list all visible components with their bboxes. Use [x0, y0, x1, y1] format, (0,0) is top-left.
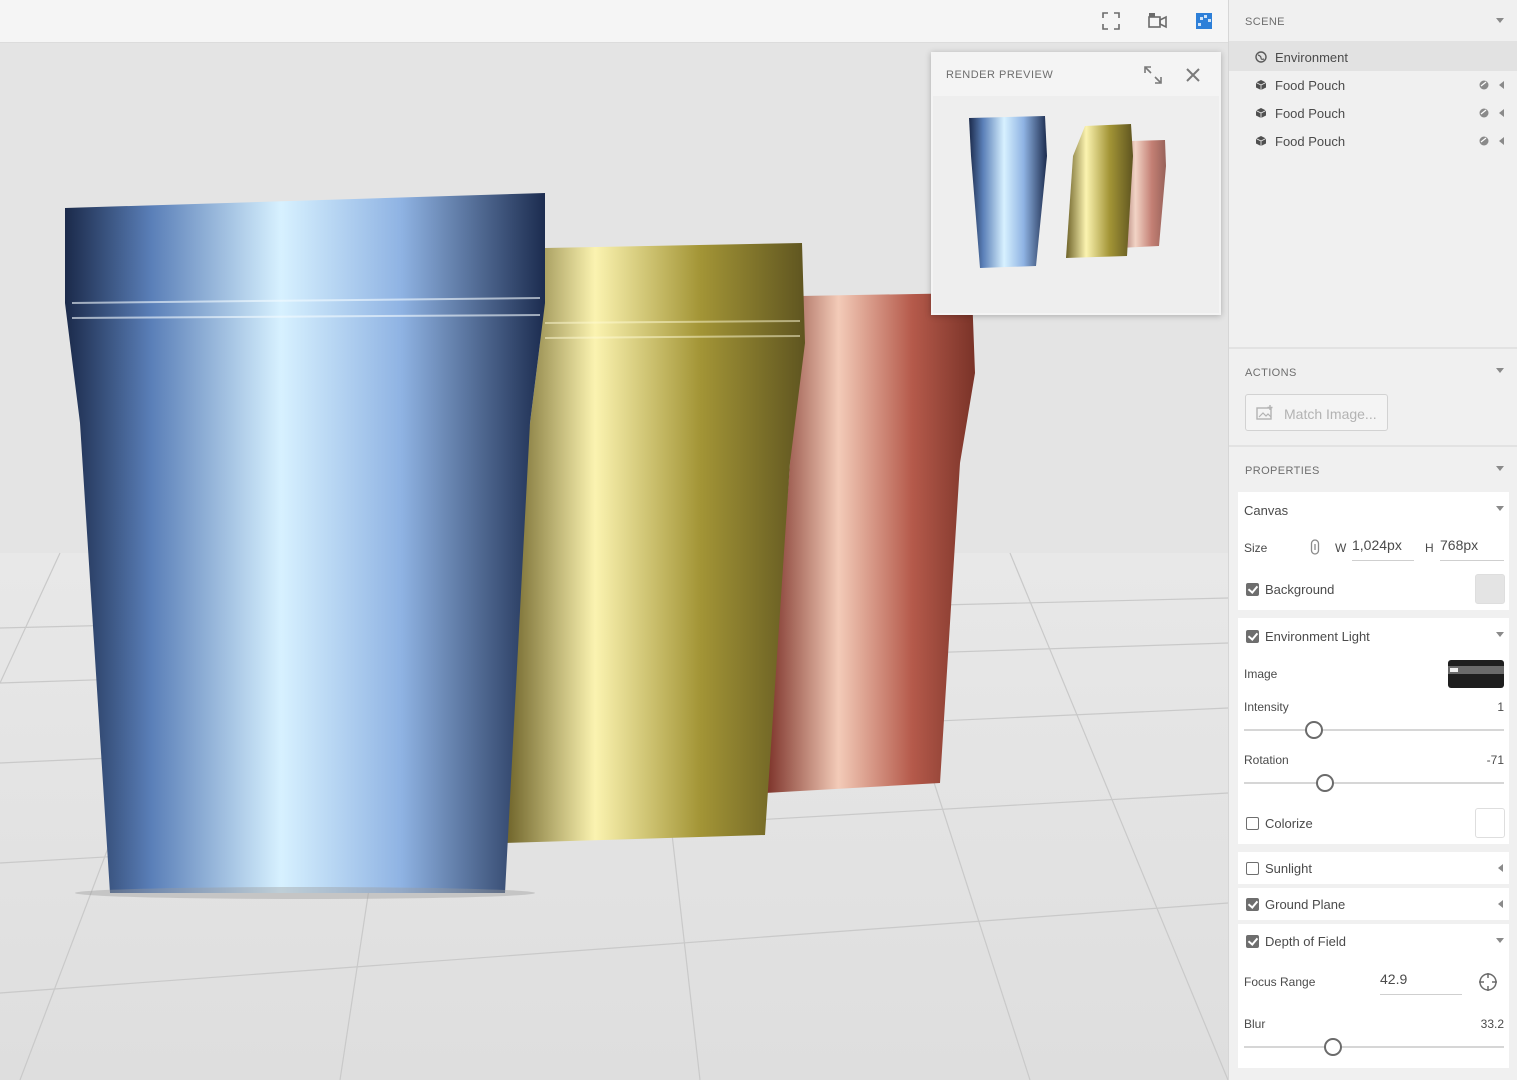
rotation-slider-handle[interactable]	[1316, 774, 1334, 792]
sunlight-row[interactable]: Sunlight	[1238, 852, 1509, 884]
scene-item-food-pouch[interactable]: Food Pouch	[1229, 127, 1517, 155]
fullscreen-icon[interactable]	[1100, 10, 1122, 32]
scene-item-food-pouch[interactable]: Food Pouch	[1229, 99, 1517, 127]
size-label: Size	[1244, 541, 1268, 555]
ground-plane-checkbox[interactable]	[1246, 898, 1259, 911]
divider	[1229, 445, 1517, 447]
colorize-color-swatch[interactable]	[1475, 808, 1505, 838]
chevron-left-icon[interactable]	[1499, 81, 1504, 89]
canvas-card: Canvas Size W 1,024px H 768px Background	[1238, 492, 1509, 610]
width-label: W	[1335, 541, 1347, 555]
colorize-label: Colorize	[1265, 816, 1313, 831]
chevron-left-icon[interactable]	[1498, 864, 1503, 872]
render-preview-image	[933, 96, 1219, 313]
camera-icon[interactable]	[1147, 10, 1169, 32]
ground-plane-label: Ground Plane	[1265, 897, 1346, 912]
rotation-label: Rotation	[1244, 753, 1289, 767]
close-icon[interactable]	[1182, 64, 1204, 86]
scene-item-food-pouch[interactable]: Food Pouch	[1229, 71, 1517, 99]
viewport-toolbar	[0, 0, 1228, 43]
scene-item-label: Environment	[1275, 50, 1348, 65]
chevron-down-icon[interactable]	[1496, 368, 1504, 373]
scene-item-label: Food Pouch	[1275, 106, 1346, 121]
depth-of-field-card: Depth of Field Focus Range 42.9 Blur 33.…	[1238, 924, 1509, 1068]
chevron-down-icon[interactable]	[1496, 18, 1504, 23]
scene-item-label: Food Pouch	[1275, 134, 1346, 149]
match-image-button[interactable]: Match Image...	[1245, 394, 1388, 431]
focus-range-input[interactable]: 42.9	[1380, 966, 1462, 995]
rotation-value: -71	[1486, 753, 1504, 767]
cube-icon	[1255, 108, 1267, 118]
ground-plane-row[interactable]: Ground Plane	[1238, 888, 1509, 920]
rotation-slider-track[interactable]	[1244, 782, 1504, 784]
properties-section-header[interactable]: PROPERTIES	[1229, 450, 1517, 490]
sunlight-label: Sunlight	[1265, 861, 1312, 876]
environment-light-card: Environment Light Image Intensity 1 Rota…	[1238, 618, 1509, 844]
3d-viewport[interactable]: RENDER PREVIEW	[0, 0, 1228, 1080]
intensity-slider-handle[interactable]	[1305, 721, 1323, 739]
blur-value: 33.2	[1480, 1017, 1504, 1031]
chevron-down-icon[interactable]	[1496, 506, 1504, 511]
crosshair-icon[interactable]	[1478, 972, 1498, 992]
image-label: Image	[1244, 667, 1278, 681]
chevron-down-icon[interactable]	[1496, 632, 1504, 637]
render-preview-icon[interactable]	[1193, 10, 1215, 32]
chevron-left-icon[interactable]	[1498, 900, 1503, 908]
link-icon[interactable]	[1310, 539, 1320, 555]
scene-item-label: Food Pouch	[1275, 78, 1346, 93]
intensity-label: Intensity	[1244, 700, 1289, 714]
image-icon	[1256, 405, 1273, 420]
render-preview-title: RENDER PREVIEW	[946, 69, 1054, 81]
render-preview-header: RENDER PREVIEW	[931, 52, 1221, 96]
depth-of-field-checkbox[interactable]	[1246, 935, 1259, 948]
divider	[1229, 347, 1517, 349]
environment-image-thumbnail[interactable]	[1448, 660, 1504, 688]
colorize-checkbox[interactable]	[1246, 817, 1259, 830]
width-input[interactable]: 1,024px	[1352, 532, 1414, 561]
actions-section-title: ACTIONS	[1245, 367, 1297, 379]
cube-icon	[1255, 136, 1267, 146]
scene-item-environment[interactable]: Environment	[1229, 43, 1517, 71]
cube-icon	[1255, 80, 1267, 90]
focus-range-label: Focus Range	[1244, 975, 1316, 989]
render-preview-panel: RENDER PREVIEW	[931, 52, 1221, 315]
material-icon[interactable]	[1479, 108, 1489, 118]
height-label: H	[1425, 541, 1434, 555]
sunlight-checkbox[interactable]	[1246, 862, 1259, 875]
chevron-down-icon[interactable]	[1496, 938, 1504, 943]
canvas-title: Canvas	[1244, 503, 1289, 518]
properties-section-title: PROPERTIES	[1245, 465, 1320, 477]
blur-slider-handle[interactable]	[1324, 1038, 1342, 1056]
chevron-left-icon[interactable]	[1499, 109, 1504, 117]
background-label: Background	[1265, 582, 1335, 597]
chevron-down-icon[interactable]	[1496, 466, 1504, 471]
right-panel: SCENE Environment Food Pouch Food Pouch …	[1228, 0, 1517, 1080]
material-icon[interactable]	[1479, 136, 1489, 146]
globe-icon	[1255, 51, 1267, 63]
environment-light-checkbox[interactable]	[1246, 630, 1259, 643]
chevron-left-icon[interactable]	[1499, 137, 1504, 145]
actions-section-header[interactable]: ACTIONS	[1229, 352, 1517, 392]
material-icon[interactable]	[1479, 80, 1489, 90]
blur-slider-track[interactable]	[1244, 1046, 1504, 1048]
blur-label: Blur	[1244, 1017, 1266, 1031]
depth-of-field-label: Depth of Field	[1265, 934, 1346, 949]
background-checkbox[interactable]	[1246, 583, 1259, 596]
intensity-value: 1	[1497, 700, 1504, 714]
scene-section-header[interactable]: SCENE	[1229, 0, 1517, 40]
expand-icon[interactable]	[1142, 64, 1164, 86]
scene-section-title: SCENE	[1245, 16, 1285, 28]
match-image-label: Match Image...	[1284, 406, 1377, 422]
background-color-swatch[interactable]	[1475, 574, 1505, 604]
height-input[interactable]: 768px	[1440, 532, 1504, 561]
intensity-slider-track[interactable]	[1244, 729, 1504, 731]
environment-light-title: Environment Light	[1265, 629, 1370, 644]
